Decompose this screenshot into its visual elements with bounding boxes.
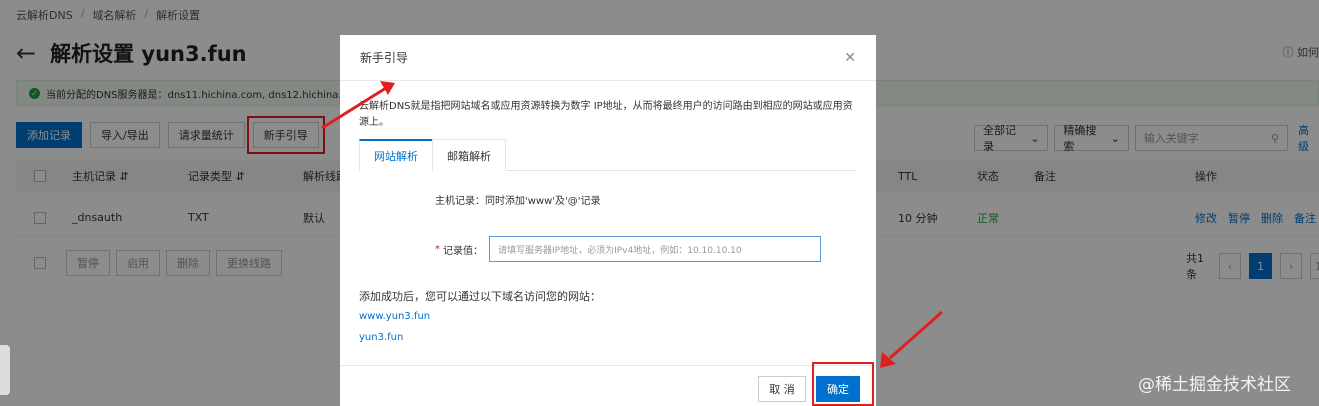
required-mark: * xyxy=(435,243,440,255)
www-domain-link[interactable]: www.yun3.fun xyxy=(359,311,430,322)
dialog-footer: 取 消 确定 xyxy=(340,365,876,406)
dialog-intro: 云解析DNS就是指把网站域名或应用资源转换为数字 IP地址，从而将最终用户的访问… xyxy=(359,101,853,128)
cancel-button[interactable]: 取 消 xyxy=(758,376,806,402)
highlight-box xyxy=(812,362,874,406)
beginner-guide-dialog: 新手引导 ✕ 云解析DNS就是指把网站域名或应用资源转换为数字 IP地址，从而将… xyxy=(340,35,876,406)
record-value-label: 记录值： xyxy=(443,245,483,257)
host-record-hint: 主机记录：同时添加'www'及'@'记录 xyxy=(435,196,601,207)
root-domain-link[interactable]: yun3.fun xyxy=(359,332,403,343)
dialog-tabs: 网站解析 邮箱解析 xyxy=(359,139,856,171)
close-icon[interactable]: ✕ xyxy=(844,50,856,66)
dialog-header: 新手引导 ✕ xyxy=(340,35,876,81)
side-handle[interactable] xyxy=(0,345,10,395)
success-text: 添加成功后，您可以通过以下域名访问您的网站： xyxy=(359,290,601,303)
tab-website[interactable]: 网站解析 xyxy=(359,139,433,171)
record-value-row: * 记录值： 请填写服务器IP地址，必须为IPv4地址，例如：10.10.10.… xyxy=(435,236,821,262)
dialog-title: 新手引导 xyxy=(360,51,409,65)
tab-email[interactable]: 邮箱解析 xyxy=(432,139,506,171)
record-value-input[interactable]: 请填写服务器IP地址，必须为IPv4地址，例如：10.10.10.10 xyxy=(489,236,821,262)
watermark: @稀土掘金技术社区 xyxy=(1138,375,1291,395)
